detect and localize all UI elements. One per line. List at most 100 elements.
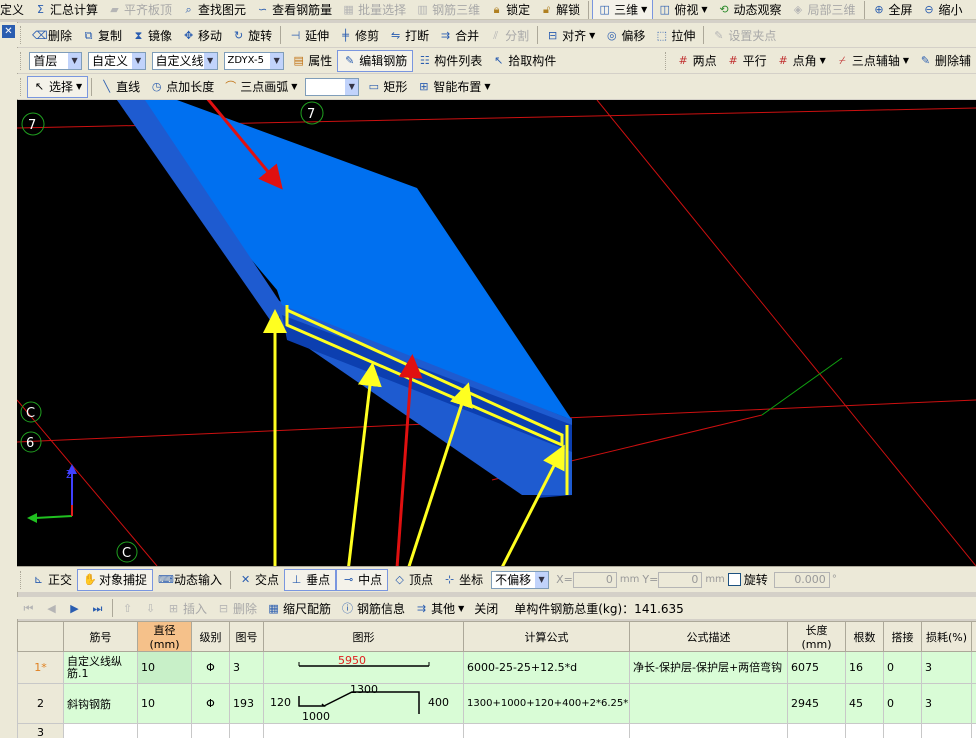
lap-cell[interactable]: 0 (883, 651, 922, 684)
batch-select-button[interactable]: ▦ 批量选择 (337, 0, 411, 19)
define-button[interactable]: 定义 (0, 0, 29, 19)
formula-desc-cell[interactable]: 净长-保护层-保护层+两倍弯钩 (629, 651, 788, 684)
rebar-name-cell[interactable]: 斜钩钢筋 (63, 683, 138, 724)
dynamic-input-button[interactable]: ⌨ 动态输入 (153, 570, 227, 590)
coordinate-button[interactable]: ⊹ 坐标 (438, 570, 488, 590)
prev-record-button[interactable]: ◀ (40, 598, 63, 618)
zoom-out-button[interactable]: ⊖ 缩小 (918, 0, 968, 19)
find-element-button[interactable]: ⌕ 查找图元 (177, 0, 251, 19)
smart-layout-button[interactable]: ⊞ 智能布置 ▼ (412, 77, 495, 97)
rebar-name-cell[interactable]: 自定义线纵筋.1 (63, 651, 138, 684)
draw-mode-select[interactable]: ▼ (305, 77, 360, 96)
diameter-cell[interactable]: 10 (137, 683, 192, 724)
delete-button[interactable]: ⌫ 删除 (27, 25, 77, 45)
align-slab-top-button[interactable]: ▰ 平齐板顶 (103, 0, 177, 19)
count-cell[interactable]: 16 (845, 651, 884, 684)
pick-component-button[interactable]: ↖ 拾取构件 (487, 51, 561, 71)
edit-rebar-button[interactable]: ✎ 编辑钢筋 (337, 49, 414, 72)
top-view-button[interactable]: ◫ 俯视 ▼ (653, 0, 712, 19)
type-select[interactable]: 自定义线 ▼ (151, 51, 218, 70)
length-cell[interactable]: 6075 (787, 651, 846, 684)
figure-number-cell[interactable]: 3 (229, 651, 264, 684)
shape-cell[interactable]: 120 1300 400 1000 (263, 683, 464, 724)
other-button[interactable]: ⇉ 其他 ▼ (410, 598, 469, 618)
scale-rebar-button[interactable]: ▦ 缩尺配筋 (262, 598, 336, 618)
copy-button[interactable]: ⧉ 复制 (77, 25, 127, 45)
next-record-button[interactable]: ▶ (63, 598, 86, 618)
offset-button[interactable]: ◎ 偏移 (600, 25, 650, 45)
unlock-button[interactable]: 🔓︎ 解锁 (535, 0, 585, 19)
parallel-button[interactable]: # 平行 (722, 51, 772, 71)
diameter-cell[interactable]: 10 (137, 651, 192, 684)
three-point-axis-button[interactable]: ⌿ 三点辅轴 ▼ (831, 51, 914, 71)
extend-button[interactable]: ⊣ 延伸 (284, 25, 334, 45)
two-point-button[interactable]: # 两点 (672, 51, 722, 71)
move-button[interactable]: ✥ 移动 (177, 25, 227, 45)
fullscreen-button[interactable]: ⊕ 全屏 (868, 0, 918, 19)
perpendicular-button[interactable]: ⊥ 垂点 (284, 568, 337, 591)
floor-select[interactable]: 首层 ▼ (29, 51, 83, 70)
count-cell[interactable]: 45 (845, 683, 884, 724)
y-coordinate-input[interactable]: 0 (658, 571, 703, 588)
close-button[interactable]: 关闭 (469, 598, 503, 618)
formula-cell[interactable]: 1300+1000+120+400+2*6.25*D (463, 683, 630, 724)
first-record-button[interactable]: ⏮ (17, 598, 40, 618)
x-coordinate-input[interactable]: 0 (572, 571, 617, 588)
loss-cell[interactable]: 3 (921, 651, 972, 684)
ortho-button[interactable]: ⊾ 正交 (27, 570, 77, 590)
insert-row-button[interactable]: ⊞ 插入 (162, 598, 212, 618)
vertex-button[interactable]: ◇ 顶点 (388, 570, 438, 590)
figure-number-cell[interactable]: 193 (229, 683, 264, 724)
move-up-button[interactable]: ⇧ (116, 598, 139, 618)
last-record-button[interactable]: ⏭ (86, 598, 109, 618)
offset-mode-select[interactable]: 不偏移 ▼ (491, 570, 550, 589)
component-select[interactable]: ZDYX-5 ▼ (223, 51, 285, 70)
category-select[interactable]: 自定义 ▼ (88, 51, 146, 70)
properties-button[interactable]: ▤ 属性 (287, 51, 337, 71)
3d-viewport[interactable]: 7 7 C 6 C Z (17, 100, 976, 566)
close-icon[interactable]: ✕ (2, 25, 15, 38)
table-row[interactable]: 3 (17, 723, 976, 738)
set-grip-button[interactable]: ✎ 设置夹点 (707, 25, 781, 45)
mirror-button[interactable]: ⧗ 镜像 (127, 25, 177, 45)
length-cell[interactable]: 2945 (787, 683, 846, 724)
component-list-button[interactable]: ☷ 构件列表 (413, 51, 487, 71)
table-row[interactable]: 1* 自定义线纵筋.1 10 Φ 3 5950 6000-25-25+12.5*… (17, 651, 976, 684)
move-down-button[interactable]: ⇩ (139, 598, 162, 618)
view-rebar-button[interactable]: ∽ 查看钢筋量 (251, 0, 337, 19)
line-button[interactable]: ╲ 直线 (95, 77, 145, 97)
3d-view-button[interactable]: ◫ 三维 ▼ (592, 0, 654, 19)
formula-cell[interactable]: 6000-25-25+12.5*d (463, 651, 630, 684)
midpoint-button[interactable]: ⊸ 中点 (336, 568, 389, 591)
local-3d-button[interactable]: ◈ 局部三维 (787, 0, 861, 19)
trim-button[interactable]: ╪ 修剪 (334, 25, 384, 45)
rotate-angle-input[interactable]: 0.000 (773, 571, 830, 588)
lock-button[interactable]: 🔒︎ 锁定 (485, 0, 535, 19)
table-row[interactable]: 2 斜钩钢筋 10 Φ 193 120 1300 400 1000 1300+1… (17, 683, 976, 724)
break-button[interactable]: ⇋ 打断 (384, 25, 434, 45)
object-snap-button[interactable]: ✋ 对象捕捉 (77, 568, 154, 591)
formula-desc-cell[interactable] (629, 683, 788, 724)
rotate-button[interactable]: ↻ 旋转 (227, 25, 277, 45)
intersection-button[interactable]: ✕ 交点 (234, 570, 284, 590)
point-length-button[interactable]: ◷ 点加长度 (145, 77, 219, 97)
delete-aux-button[interactable]: ✎ 删除辅 (914, 51, 976, 71)
sum-calc-button[interactable]: Σ 汇总计算 (29, 0, 103, 19)
rotate-checkbox[interactable] (727, 573, 741, 586)
split-button[interactable]: ⫽ 分割 (484, 25, 534, 45)
grade-cell[interactable]: Φ (191, 683, 230, 724)
three-point-arc-button[interactable]: ⌒ 三点画弧 ▼ (219, 77, 302, 97)
rebar-info-button[interactable]: ⓘ 钢筋信息 (336, 598, 410, 618)
merge-button[interactable]: ⇉ 合并 (434, 25, 484, 45)
lap-cell[interactable]: 0 (883, 683, 922, 724)
shape-cell[interactable]: 5950 (263, 651, 464, 684)
rectangle-button[interactable]: ▭ 矩形 (362, 77, 412, 97)
grade-cell[interactable]: Φ (191, 651, 230, 684)
delete-row-button[interactable]: ⊟ 删除 (212, 598, 262, 618)
loss-cell[interactable]: 3 (921, 683, 972, 724)
align-button[interactable]: ⊟ 对齐 ▼ (541, 25, 600, 45)
rebar-3d-button[interactable]: ▥ 钢筋三维 (411, 0, 485, 19)
dynamic-orbit-button[interactable]: ⟲ 动态观察 (712, 0, 786, 19)
stretch-button[interactable]: ⬚ 拉伸 (650, 25, 700, 45)
select-button[interactable]: ↖ 选择 ▼ (27, 75, 89, 98)
